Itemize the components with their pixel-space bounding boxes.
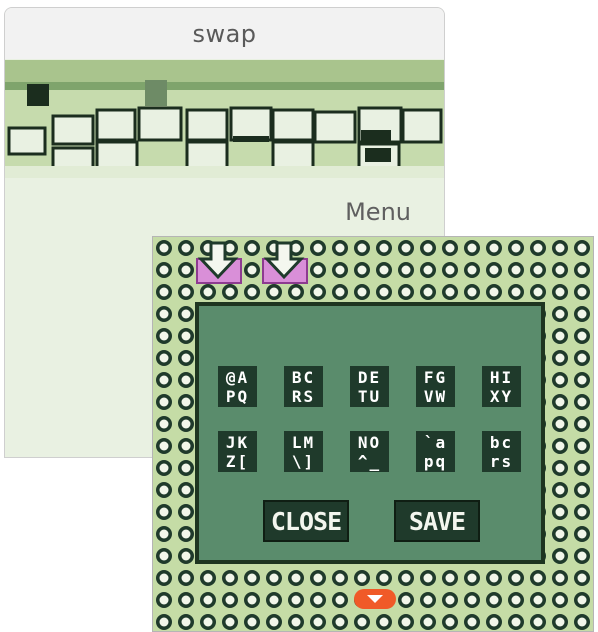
- key-button[interactable]: LM \]: [284, 431, 323, 472]
- key-button[interactable]: HI XY: [482, 366, 521, 407]
- key-bottom: TU: [357, 386, 382, 406]
- key-bottom: rs: [489, 451, 514, 471]
- key-bottom: PQ: [225, 386, 250, 406]
- key-button[interactable]: NO ^_: [350, 431, 389, 472]
- menu-label[interactable]: Menu: [345, 198, 411, 226]
- key-top: DE: [357, 367, 382, 387]
- key-top: @A: [225, 367, 250, 387]
- character-select-box: @A PQ BC RS DE TU FG VW HI XY JK Z[ LM \…: [195, 302, 545, 564]
- key-button[interactable]: BC RS: [284, 366, 323, 407]
- key-button[interactable]: bc rs: [482, 431, 521, 472]
- close-button[interactable]: CLOSE: [263, 500, 349, 542]
- key-button[interactable]: JK Z[: [218, 431, 257, 472]
- key-top: `a: [423, 432, 448, 452]
- game-screen: @A PQ BC RS DE TU FG VW HI XY JK Z[ LM \…: [152, 236, 594, 632]
- chevron-down-icon: [367, 595, 383, 603]
- key-button[interactable]: @A PQ: [218, 366, 257, 407]
- key-button[interactable]: `a pq: [416, 431, 455, 472]
- key-button[interactable]: DE TU: [350, 366, 389, 407]
- key-bottom: Z[: [225, 451, 250, 471]
- key-top: BC: [291, 367, 316, 387]
- key-bottom: XY: [489, 386, 514, 406]
- key-top: bc: [489, 432, 514, 452]
- key-bottom: VW: [423, 386, 448, 406]
- key-button[interactable]: FG VW: [416, 366, 455, 407]
- down-arrow-icon[interactable]: [261, 241, 309, 289]
- key-top: JK: [225, 432, 250, 452]
- key-top: NO: [357, 432, 382, 452]
- key-bottom: RS: [291, 386, 316, 406]
- key-bottom: ^_: [357, 451, 382, 471]
- scroll-down-indicator[interactable]: [354, 589, 396, 609]
- key-top: HI: [489, 367, 514, 387]
- down-arrow-icon[interactable]: [195, 241, 243, 289]
- key-bottom: pq: [423, 451, 448, 471]
- window-title: swap: [5, 8, 444, 59]
- key-top: FG: [423, 367, 448, 387]
- map-tile-strip: [5, 60, 444, 178]
- key-bottom: \]: [291, 451, 316, 471]
- save-button[interactable]: SAVE: [394, 500, 480, 542]
- key-top: LM: [291, 432, 316, 452]
